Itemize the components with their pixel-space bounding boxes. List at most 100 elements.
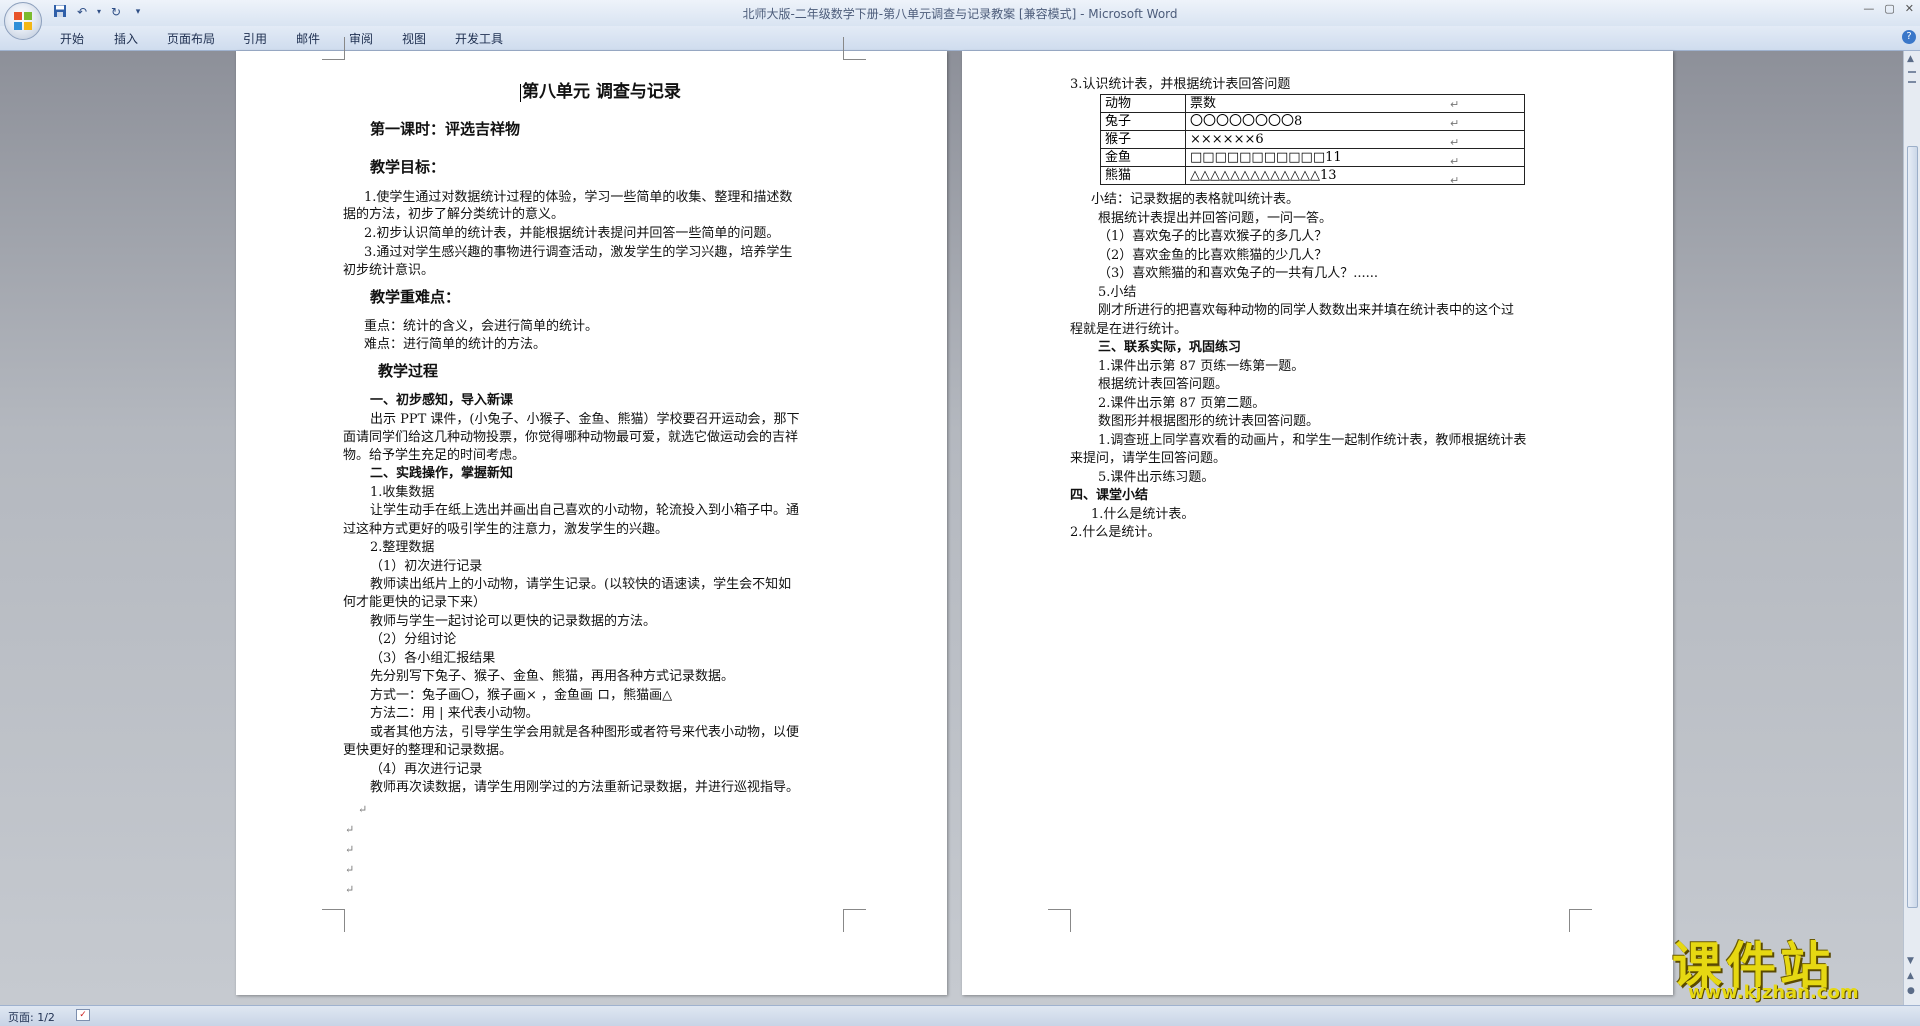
scroll-thumb[interactable] — [1907, 146, 1918, 908]
table-header-cell: 动物 — [1100, 94, 1186, 113]
doc-paragraph: 先分别写下兔子、猴子、金鱼、熊猫，再用各种方式记录数据。 — [370, 669, 735, 684]
tab-mailings[interactable]: 邮件 — [296, 30, 320, 47]
doc-heading: 教学过程 — [378, 362, 439, 380]
ruler-toggle-icon[interactable] — [1908, 71, 1916, 73]
window-title: 北师大版-二年级数学下册-第八单元调查与记录教案 [兼容模式] - Micros… — [742, 7, 1178, 21]
close-icon[interactable]: ✕ — [1905, 2, 1914, 15]
doc-paragraph: 让学生动手在纸上选出并画出自己喜欢的小动物，轮流投入到小箱子中。通 — [370, 503, 800, 518]
prev-page-icon[interactable]: ▲ — [1907, 971, 1914, 981]
doc-paragraph: 刚才所进行的把喜欢每种动物的同学人数数出来并填在统计表中的这个过 — [1098, 303, 1515, 318]
doc-paragraph: 1.使学生通过对数据统计过程的体验，学习一些简单的收集、整理和描述数 — [364, 190, 793, 205]
doc-paragraph: 2.初步认识简单的统计表，并能根据统计表提问并回答一些简单的问题。 — [364, 226, 780, 241]
paragraph-mark-icon: ↵ — [358, 803, 368, 816]
ruler-toggle-icon[interactable] — [1908, 81, 1916, 83]
scroll-up-icon[interactable]: ▲ — [1907, 54, 1914, 64]
tab-home[interactable]: 开始 — [60, 30, 84, 47]
doc-paragraph: 教师再次读数据，请学生用刚学过的方法重新记录数据，并进行巡视指导。 — [370, 780, 800, 795]
table-cell: ××××××6 — [1185, 130, 1525, 149]
doc-paragraph: 何才能更快的记录下来） — [343, 595, 487, 610]
doc-paragraph: 物。给予学生充足的时间考虑。 — [343, 448, 526, 463]
doc-paragraph: 或者其他方法，引导学生学会用就是各种图形或者符号来代表小动物，以便 — [370, 725, 800, 740]
crop-mark — [1048, 909, 1071, 932]
ribbon-tabs: 开始 插入 页面布局 引用 邮件 审阅 视图 开发工具 ? — [0, 26, 1920, 51]
doc-paragraph: 数图形并根据图形的统计表回答问题。 — [1098, 414, 1320, 429]
document-page-2[interactable]: 3.认识统计表，并根据统计表回答问题 动物 票数 兔子 〇〇〇〇〇〇〇〇8 猴子… — [962, 51, 1673, 995]
maximize-icon[interactable]: ▢ — [1884, 2, 1894, 15]
doc-title: 第八单元 调查与记录 — [522, 82, 681, 102]
doc-paragraph: 根据统计表提出并回答问题，一问一答。 — [1098, 211, 1333, 226]
table-row: 金鱼 □□□□□□□□□□□11 — [1100, 148, 1525, 167]
table-row: 熊猫 △△△△△△△△△△△△△13 — [1100, 166, 1525, 185]
scroll-down-icon[interactable]: ▼ — [1907, 956, 1914, 966]
doc-paragraph: （1）喜欢兔子的比喜欢猴子的多几人？ — [1098, 229, 1328, 244]
title-bar: ↶ ▾ ↻ ▾ 北师大版-二年级数学下册-第八单元调查与记录教案 [兼容模式] … — [0, 0, 1920, 26]
doc-subheading: 四、课堂小结 — [1070, 488, 1149, 503]
table-cell: 金鱼 — [1100, 148, 1186, 167]
browse-object-icon[interactable]: ● — [1907, 986, 1915, 996]
doc-paragraph: 更快更好的整理和记录数据。 — [343, 743, 513, 758]
table-cell: 〇〇〇〇〇〇〇〇8 — [1185, 112, 1525, 131]
site-watermark: 课件站 www.kjzhan.com — [1672, 926, 1902, 1004]
doc-paragraph: 出示 PPT 课件，(小兔子、小猴子、金鱼、熊猫）学校要召开运动会，那下 — [370, 412, 800, 427]
doc-paragraph: 5.课件出示练习题。 — [1098, 470, 1215, 485]
tally-table: 动物 票数 兔子 〇〇〇〇〇〇〇〇8 猴子 ××××××6 金鱼 □□□□□□□… — [1100, 94, 1525, 185]
doc-paragraph: 程就是在进行统计。 — [1070, 322, 1188, 337]
doc-paragraph: 1.调查班上同学喜欢看的动画片，和学生一起制作统计表，教师根据统计表 — [1098, 433, 1527, 448]
doc-paragraph: 1.收集数据 — [370, 485, 435, 500]
doc-paragraph: （2）分组讨论 — [370, 632, 457, 647]
text-cursor — [520, 84, 521, 102]
tab-view[interactable]: 视图 — [402, 30, 426, 47]
doc-paragraph: 方法二：用 | 来代表小动物。 — [370, 706, 539, 721]
doc-paragraph: 来提问，请学生回答问题。 — [1070, 451, 1227, 466]
paragraph-mark-icon: ↵ — [345, 863, 355, 876]
doc-paragraph: 根据统计表回答问题。 — [1098, 377, 1229, 392]
watermark-url: www.kjzhan.com — [1688, 982, 1859, 1003]
office-button[interactable] — [4, 2, 42, 40]
table-cell: 熊猫 — [1100, 166, 1186, 185]
table-cell: 猴子 — [1100, 130, 1186, 149]
doc-paragraph: 1.什么是统计表。 — [1091, 507, 1195, 522]
tab-developer[interactable]: 开发工具 — [455, 30, 503, 47]
tab-references[interactable]: 引用 — [243, 30, 267, 47]
tab-insert[interactable]: 插入 — [114, 30, 138, 47]
minimize-icon[interactable]: — — [1863, 2, 1874, 15]
vertical-scrollbar[interactable]: ▲ ▼ ▲ ● — [1903, 51, 1920, 1005]
doc-paragraph: 方式一：兔子画〇，猴子画× ，金鱼画 ロ，熊猫画△ — [370, 688, 673, 703]
tab-page-layout[interactable]: 页面布局 — [167, 30, 215, 47]
row-end-mark-icon: ↵ — [1450, 117, 1460, 130]
doc-paragraph: 教师与学生一起讨论可以更快的记录数据的方法。 — [370, 614, 657, 629]
doc-paragraph: 难点：进行简单的统计的方法。 — [364, 337, 547, 352]
table-row: 猴子 ××××××6 — [1100, 130, 1525, 149]
help-icon[interactable]: ? — [1902, 30, 1916, 44]
table-cell: □□□□□□□□□□□11 — [1185, 148, 1525, 167]
proofing-status-icon[interactable]: ✓ — [76, 1009, 90, 1021]
doc-heading: 教学重难点： — [370, 288, 461, 306]
doc-subheading: 三、联系实际，巩固练习 — [1098, 340, 1242, 355]
doc-paragraph: 5.小结 — [1098, 285, 1137, 300]
paragraph-mark-icon: ↵ — [345, 883, 355, 896]
status-bar: 页面: 1/2 ✓ — [0, 1005, 1920, 1026]
page-count-status[interactable]: 页面: 1/2 — [8, 1009, 55, 1025]
doc-paragraph: 3.认识统计表，并根据统计表回答问题 — [1070, 77, 1291, 92]
doc-paragraph: （2）喜欢金鱼的比喜欢熊猫的少几人？ — [1098, 248, 1328, 263]
doc-heading: 第一课时：评选吉祥物 — [370, 120, 521, 138]
doc-paragraph: 2.课件出示第 87 页第二题。 — [1098, 396, 1266, 411]
crop-mark — [843, 37, 866, 60]
doc-paragraph: 初步统计意识。 — [343, 263, 435, 278]
doc-paragraph: 重点：统计的含义，会进行简单的统计。 — [364, 319, 599, 334]
doc-heading: 教学目标： — [370, 158, 446, 176]
crop-mark — [843, 909, 866, 932]
table-header-cell: 票数 — [1185, 94, 1525, 113]
doc-subheading: 一、初步感知，导入新课 — [370, 393, 514, 408]
doc-paragraph: 2.整理数据 — [370, 540, 435, 555]
paragraph-mark-icon: ↵ — [345, 823, 355, 836]
tab-review[interactable]: 审阅 — [349, 30, 373, 47]
window-controls: — ▢ ✕ — [1863, 2, 1914, 15]
doc-paragraph: 1.课件出示第 87 页练一练第一题。 — [1098, 359, 1305, 374]
doc-paragraph: （4）再次进行记录 — [370, 762, 483, 777]
office-logo-icon — [14, 12, 32, 30]
document-page-1[interactable]: 第八单元 调查与记录 第一课时：评选吉祥物 教学目标： 1.使学生通过对数据统计… — [236, 37, 947, 995]
table-cell: △△△△△△△△△△△△△13 — [1185, 166, 1525, 185]
doc-paragraph: 面请同学们给这几种动物投票，你觉得哪种动物最可爱，就选它做运动会的吉祥 — [343, 430, 799, 445]
paragraph-mark-icon: ↵ — [345, 843, 355, 856]
